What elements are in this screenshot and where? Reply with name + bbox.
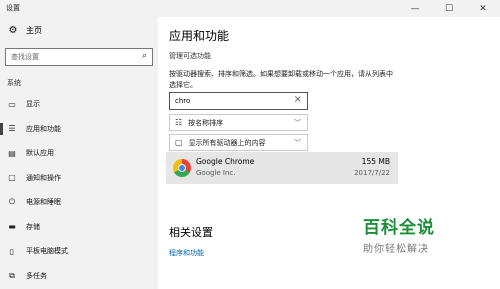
- watermark-main: 百科全说: [363, 218, 435, 238]
- main-content: 应用和功能 管理可选功能 按驱动器搜索、排序和筛选。如果想要卸载或移动一个应用，…: [158, 17, 500, 289]
- sidebar-item-label: 应用和功能: [26, 124, 61, 133]
- maximize-button[interactable]: ☐: [432, 0, 466, 17]
- power-icon: ⏻: [8, 197, 16, 207]
- sidebar-item-label: 电源和睡眠: [26, 198, 61, 207]
- sidebar-item-default-apps[interactable]: ▤ 默认应用: [0, 141, 158, 166]
- app-size: 155 MB: [361, 157, 390, 166]
- sidebar-item-label: 多任务: [26, 271, 47, 280]
- sidebar-item-label: 显示: [26, 100, 40, 109]
- app-list-item[interactable]: Google Chrome Google Inc. 155 MB 2017/7/…: [166, 152, 398, 184]
- tablet-icon: ▯: [9, 246, 15, 256]
- app-date: 2017/7/22: [354, 169, 390, 177]
- home-label: 主页: [26, 26, 42, 35]
- manage-optional-features-link[interactable]: 管理可选功能: [169, 51, 211, 61]
- sort-label: 按名称排序: [188, 118, 224, 127]
- minimize-button[interactable]: —: [398, 0, 432, 17]
- app-name: Google Chrome: [196, 157, 255, 166]
- watermark-sub: 助你轻松解决: [363, 244, 429, 255]
- sidebar-home[interactable]: ⚙ 主页: [8, 25, 42, 36]
- sidebar-item-power[interactable]: ⏻ 电源和睡眠: [0, 190, 158, 215]
- sidebar-item-notifications[interactable]: ▢ 通知和操作: [0, 166, 158, 191]
- search-value: chro: [175, 97, 191, 105]
- sidebar-item-label: 存储: [26, 222, 40, 231]
- filter-label: 显示所有驱动器上的内容: [188, 138, 266, 147]
- sidebar-item-label: 默认应用: [26, 149, 54, 158]
- app-search-input[interactable]: chro ×: [169, 92, 308, 110]
- sidebar-item-tablet[interactable]: ▯ 平板电脑模式: [0, 239, 158, 264]
- sort-dropdown[interactable]: ☷ 按名称排序 ﹀: [169, 114, 308, 131]
- sidebar-item-label: 通知和操作: [26, 173, 61, 182]
- chevron-down-icon: ﹀: [294, 139, 301, 147]
- sidebar-item-multitasking[interactable]: ⧉ 多任务: [0, 264, 158, 289]
- window-title: 设置: [6, 4, 20, 12]
- title-bar: 设置 — ☐ ✕: [0, 0, 500, 17]
- sort-icon: ☷: [175, 118, 183, 127]
- drive-filter-dropdown[interactable]: ▢ 显示所有驱动器上的内容 ﹀: [169, 134, 308, 151]
- settings-search-input[interactable]: 查找设置 ⌕: [5, 48, 153, 66]
- close-button[interactable]: ✕: [466, 0, 500, 17]
- sidebar-nav: ▭ 显示 ☰ 应用和功能 ▤ 默认应用 ▢ 通知和操作 ⏻ 电源和睡眠 ▬ 存储…: [0, 92, 158, 288]
- storage-icon: ▬: [8, 222, 16, 232]
- chrome-icon: [173, 159, 191, 177]
- watermark: 百科全说 助你轻松解决: [363, 213, 435, 255]
- drive-icon: ▢: [175, 138, 183, 147]
- page-title: 应用和功能: [169, 29, 230, 43]
- chevron-down-icon: ﹀: [294, 119, 301, 127]
- page-description: 按驱动器搜索、排序和筛选。如果想要卸载或移动一个应用，请从列表中选择它。: [169, 70, 393, 89]
- display-icon: ▭: [8, 99, 16, 109]
- sidebar: ⚙ 主页 查找设置 ⌕ 系统 ▭ 显示 ☰ 应用和功能 ▤ 默认应用 ▢ 通知和…: [0, 17, 158, 289]
- programs-and-features-link[interactable]: 程序和功能: [169, 248, 204, 258]
- sidebar-item-storage[interactable]: ▬ 存储: [0, 215, 158, 240]
- apps-icon: ☰: [8, 124, 16, 134]
- gear-icon: ⚙: [8, 25, 18, 36]
- sidebar-item-label: 平板电脑模式: [26, 247, 68, 256]
- section-label: 系统: [7, 79, 21, 87]
- sidebar-item-display[interactable]: ▭ 显示: [0, 92, 158, 117]
- clear-icon[interactable]: ×: [294, 94, 302, 105]
- multitasking-icon: ⧉: [9, 270, 15, 280]
- default-apps-icon: ▤: [8, 148, 16, 158]
- search-placeholder: 查找设置: [11, 53, 39, 61]
- related-settings-title: 相关设置: [169, 226, 213, 239]
- sidebar-item-apps[interactable]: ☰ 应用和功能: [0, 117, 158, 142]
- app-publisher: Google Inc.: [196, 169, 236, 177]
- search-icon[interactable]: ⌕: [142, 51, 147, 61]
- notifications-icon: ▢: [8, 173, 16, 183]
